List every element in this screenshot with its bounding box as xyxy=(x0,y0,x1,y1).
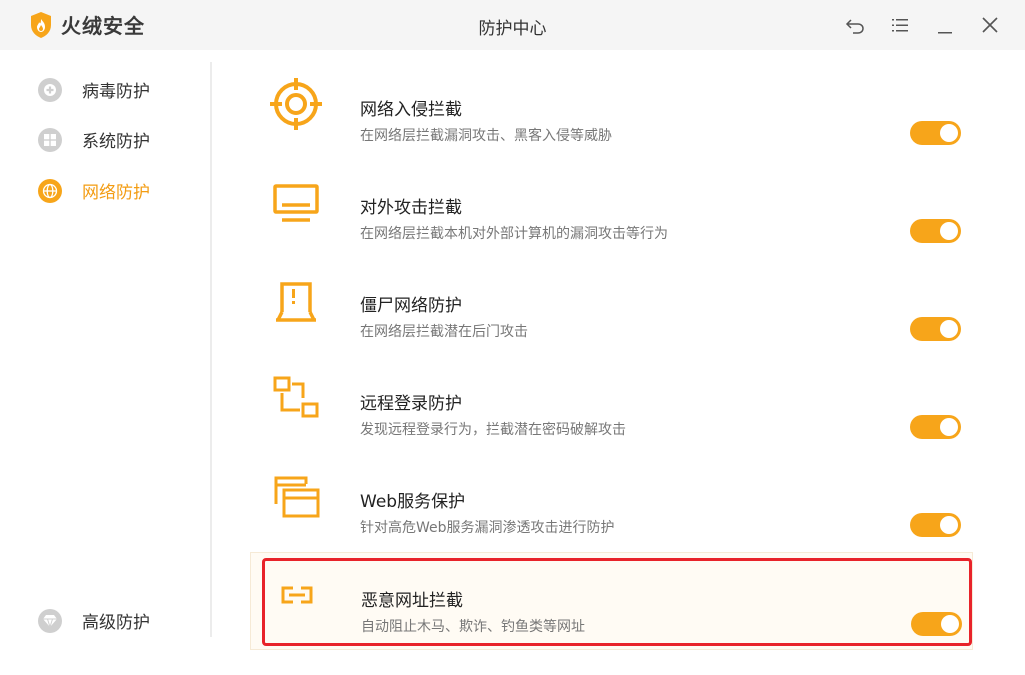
sidebar-item-label: 系统防护 xyxy=(82,132,150,152)
protection-desc: 自动阻止木马、欺诈、钓鱼类等网址 xyxy=(361,619,585,635)
protection-list: 网络入侵拦截 在网络层拦截漏洞攻击、黑客入侵等威胁 对外攻击拦截 在网络层拦截本… xyxy=(212,50,1025,675)
sidebar-item-advanced[interactable]: 高级防护 xyxy=(38,608,150,633)
windows-icon xyxy=(38,127,62,152)
back-icon xyxy=(845,19,864,34)
diamond-icon xyxy=(38,608,62,633)
minimize-icon xyxy=(938,32,952,34)
title-bar: 火绒安全 防护中心 xyxy=(0,0,1025,50)
sidebar-item-virus[interactable]: 病毒防护 xyxy=(38,77,150,102)
minimize-button[interactable] xyxy=(933,13,957,37)
protection-desc: 在网络层拦截潜在后门攻击 xyxy=(360,324,528,340)
protection-desc: 在网络层拦截漏洞攻击、黑客入侵等威胁 xyxy=(360,128,612,144)
protection-title: 远程登录防护 xyxy=(360,394,462,414)
menu-icon xyxy=(892,19,908,32)
protection-title: 僵尸网络防护 xyxy=(360,296,462,316)
sidebar-item-network[interactable]: 网络防护 xyxy=(38,178,150,203)
protection-title: 网络入侵拦截 xyxy=(360,100,462,120)
protection-item-outbound-attack: 对外攻击拦截 在网络层拦截本机对外部计算机的漏洞攻击等行为 xyxy=(250,160,973,258)
toggle-knob xyxy=(940,320,958,338)
target-icon xyxy=(268,76,324,132)
link-icon xyxy=(269,567,325,623)
close-icon xyxy=(982,17,998,33)
protection-desc: 在网络层拦截本机对外部计算机的漏洞攻击等行为 xyxy=(360,226,668,242)
protection-item-network-intrusion: 网络入侵拦截 在网络层拦截漏洞攻击、黑客入侵等威胁 xyxy=(250,62,973,160)
protection-toggle[interactable] xyxy=(910,219,961,243)
menu-button[interactable] xyxy=(888,13,912,37)
protection-title: Web服务保护 xyxy=(360,492,466,512)
close-button[interactable] xyxy=(978,13,1002,37)
toggle-knob xyxy=(940,124,958,142)
protection-item-malicious-url: 恶意网址拦截 自动阻止木马、欺诈、钓鱼类等网址 xyxy=(250,552,973,650)
protection-toggle[interactable] xyxy=(910,121,961,145)
protection-item-web-service: Web服务保护 针对高危Web服务漏洞渗透攻击进行防护 xyxy=(250,454,973,552)
window-title: 防护中心 xyxy=(478,19,547,39)
protection-item-remote-login: 远程登录防护 发现远程登录行为，拦截潜在密码破解攻击 xyxy=(250,356,973,454)
sidebar-item-label: 病毒防护 xyxy=(82,82,150,102)
protection-desc: 发现远程登录行为，拦截潜在密码破解攻击 xyxy=(360,422,626,438)
protection-toggle[interactable] xyxy=(910,513,961,537)
toggle-knob xyxy=(941,615,959,633)
plus-shield-icon xyxy=(38,77,62,102)
sidebar-item-label: 网络防护 xyxy=(82,183,150,203)
sidebar: 病毒防护 系统防护 网络防护 高级防护 xyxy=(0,50,212,640)
monitor-icon xyxy=(268,174,324,230)
protection-toggle[interactable] xyxy=(911,612,962,636)
browser-windows-icon xyxy=(268,468,324,524)
protection-title: 对外攻击拦截 xyxy=(360,198,462,218)
sidebar-item-label: 高级防护 xyxy=(82,613,150,633)
laptop-alert-icon xyxy=(268,272,324,328)
protection-desc: 针对高危Web服务漏洞渗透攻击进行防护 xyxy=(360,520,615,536)
protection-title: 恶意网址拦截 xyxy=(361,591,463,611)
toggle-knob xyxy=(940,418,958,436)
toggle-knob xyxy=(940,516,958,534)
back-button[interactable] xyxy=(843,13,867,37)
protection-toggle[interactable] xyxy=(910,415,961,439)
toggle-knob xyxy=(940,222,958,240)
protection-toggle[interactable] xyxy=(910,317,961,341)
globe-icon xyxy=(38,178,62,203)
remote-link-icon xyxy=(268,370,324,426)
sidebar-item-system[interactable]: 系统防护 xyxy=(38,127,150,152)
protection-item-botnet: 僵尸网络防护 在网络层拦截潜在后门攻击 xyxy=(250,258,973,356)
